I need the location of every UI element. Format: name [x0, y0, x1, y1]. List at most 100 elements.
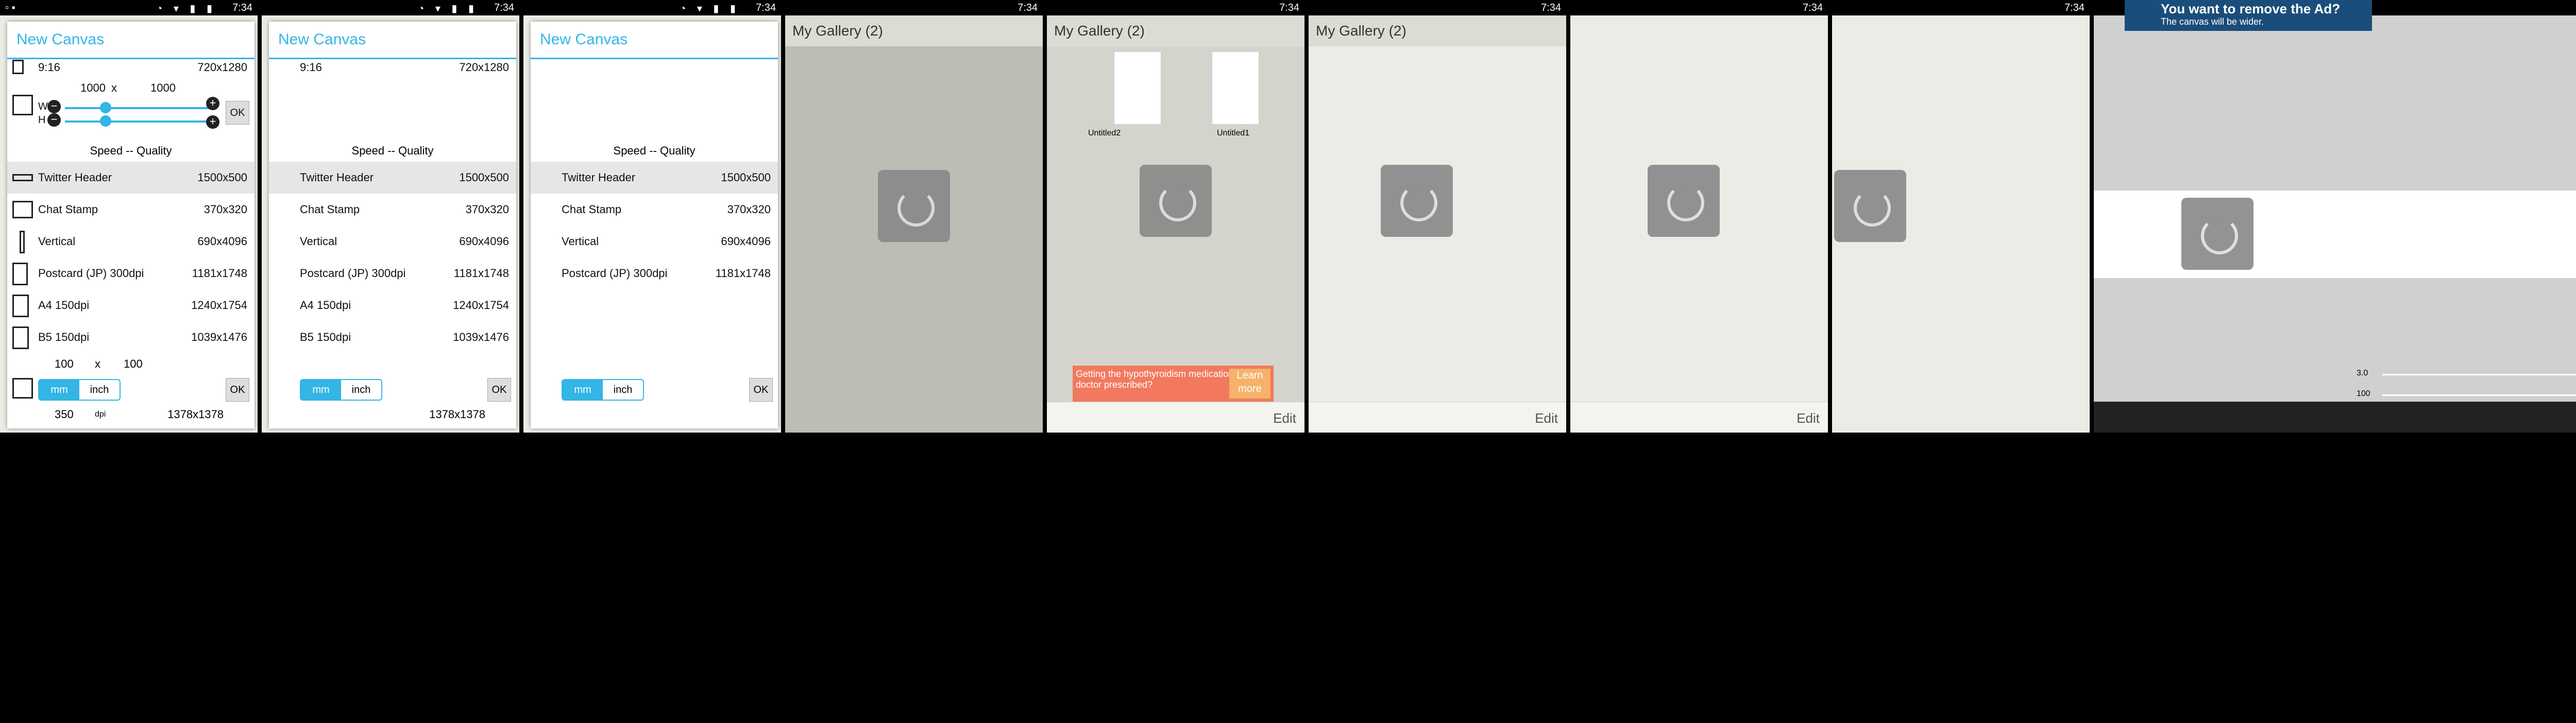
gallery-thumbnail[interactable]	[1114, 51, 1161, 125]
preset-row[interactable]: Twitter Header 1500x500	[269, 162, 516, 194]
preset-row[interactable]: A4 150dpi 1240x1754	[269, 289, 516, 321]
ok-button[interactable]: OK	[226, 101, 249, 125]
edit-button[interactable]: Edit	[1797, 410, 1820, 426]
dpi-value[interactable]: 350	[55, 408, 74, 421]
plus-icon[interactable]: +	[206, 115, 219, 129]
preset-name: Chat Stamp	[300, 203, 360, 216]
dialog-title: New Canvas	[531, 22, 778, 59]
preset-row[interactable]: 9:16 720x1280	[269, 58, 516, 76]
gallery-item-label: Untitled1	[1217, 129, 1250, 137]
unit-mm-option[interactable]: mm	[39, 380, 79, 400]
custom-icon	[12, 95, 33, 115]
preset-row[interactable]: Vertical 690x4096	[531, 226, 778, 257]
ad-text: Getting the hypothyroidism medication yo…	[1076, 369, 1255, 390]
status-time: 7:34	[494, 2, 514, 13]
remove-ad-title: You want to remove the Ad?	[2161, 1, 2341, 16]
opacity-slider[interactable]	[2382, 394, 2576, 396]
ok-button[interactable]: OK	[749, 378, 773, 402]
preset-size: 1039x1476	[191, 331, 247, 343]
preset-row[interactable]: B5 150dpi 1039x1476	[269, 321, 516, 353]
status-time: 7:34	[232, 2, 252, 13]
preset-size: 1500x500	[197, 171, 247, 184]
preset-icon	[12, 60, 24, 74]
preset-row[interactable]: A4 150dpi 1240x1754	[7, 289, 255, 321]
status-bar: ◔ ▾ ▮ ▮ 7:34	[523, 0, 781, 15]
edit-button[interactable]: Edit	[1535, 410, 1558, 426]
learn-more-button[interactable]: Learn more	[1229, 369, 1270, 399]
preset-name: Postcard (JP) 300dpi	[38, 267, 144, 280]
ok-button[interactable]: OK	[487, 378, 511, 402]
unit-selector[interactable]: mm inch	[38, 379, 121, 401]
gallery-thumbnail[interactable]	[1212, 51, 1259, 125]
preset-size: 370x320	[204, 203, 247, 216]
edit-button[interactable]: Edit	[1273, 410, 1296, 426]
unit-inch-option[interactable]: inch	[341, 380, 381, 400]
height-slider[interactable]	[65, 120, 209, 123]
unit-mm-option[interactable]: mm	[301, 380, 341, 400]
gallery-toolbar: Edit	[1047, 402, 1304, 433]
ad-banner[interactable]: Getting the hypothyroidism medication yo…	[1073, 366, 1274, 402]
unit-mm-option[interactable]: mm	[563, 380, 603, 400]
preset-name: 9:16	[38, 61, 60, 74]
remove-ad-banner[interactable]: You want to remove the Ad? The canvas wi…	[2125, 0, 2372, 31]
preset-row[interactable]: Twitter Header 1500x500	[531, 162, 778, 194]
preset-row[interactable]: Twitter Header 1500x500	[7, 162, 255, 194]
preset-icon	[12, 326, 29, 349]
screen-new-canvas-3: ◔ ▾ ▮ ▮ 7:34 New Canvas Speed -- Quality …	[523, 0, 781, 433]
preset-name: 9:16	[300, 61, 322, 74]
status-icons: ◔ ▾ ▮ ▮	[418, 3, 478, 14]
unit-inch-option[interactable]: inch	[79, 380, 120, 400]
brush-opacity-value: 100	[2357, 389, 2370, 398]
height-slider-knob[interactable]	[100, 115, 111, 127]
preset-size: 690x4096	[721, 235, 771, 248]
minus-icon[interactable]: −	[47, 100, 61, 113]
preset-row[interactable]: Vertical 690x4096	[7, 226, 255, 257]
screen-gallery-loading-1: 7:34 My Gallery (2) ◁○□	[785, 0, 1043, 433]
ok-button[interactable]: OK	[226, 378, 249, 402]
canvas-area[interactable]	[2094, 191, 2576, 278]
dialog-title: New Canvas	[269, 22, 516, 59]
unit-selector[interactable]: mm inch	[300, 379, 382, 401]
preset-row[interactable]: B5 150dpi 1039x1476	[7, 321, 255, 353]
mm-width-value[interactable]: 100	[55, 357, 74, 371]
preset-row[interactable]: Postcard (JP) 300dpi 1181x1748	[7, 257, 255, 289]
mm-height-value[interactable]: 100	[124, 357, 143, 371]
preset-row[interactable]: Postcard (JP) 300dpi 1181x1748	[269, 257, 516, 289]
new-canvas-dialog: New Canvas 9:16 720x1280 Speed -- Quality…	[269, 22, 516, 428]
speed-quality-label: Speed -- Quality	[351, 144, 434, 157]
unit-inch-option[interactable]: inch	[603, 380, 643, 400]
preset-size: 1181x1748	[453, 267, 509, 280]
preset-row[interactable]: Chat Stamp 370x320	[7, 194, 255, 226]
preset-row[interactable]: Chat Stamp 370x320	[531, 194, 778, 226]
preset-name: A4 150dpi	[300, 299, 351, 312]
custom-height-value[interactable]: 1000	[150, 81, 176, 95]
preset-size: 690x4096	[197, 235, 247, 248]
custom-width-value[interactable]: 1000	[80, 81, 106, 95]
w-label: W	[38, 101, 48, 112]
gallery-title: My Gallery (2)	[785, 15, 1043, 46]
preset-name: A4 150dpi	[38, 299, 90, 312]
preset-name: Twitter Header	[300, 171, 374, 184]
status-bar: 7:34	[1832, 0, 2090, 15]
minus-icon[interactable]: −	[47, 113, 61, 127]
preset-size: 1500x500	[721, 171, 771, 184]
preset-row[interactable]: Postcard (JP) 300dpi 1181x1748	[531, 257, 778, 289]
dpi-label: dpi	[95, 410, 106, 419]
loading-spinner-icon	[878, 170, 950, 242]
preset-row[interactable]: 9:16 720x1280	[7, 58, 255, 76]
width-slider[interactable]	[65, 107, 209, 109]
preset-row[interactable]: Chat Stamp 370x320	[269, 194, 516, 226]
preset-name: Postcard (JP) 300dpi	[300, 267, 406, 280]
preset-row[interactable]: Vertical 690x4096	[269, 226, 516, 257]
preset-icon	[12, 295, 29, 317]
preset-size: 1039x1476	[453, 331, 509, 343]
gallery-title: My Gallery (2)	[1047, 15, 1304, 46]
status-bar: ▫ ▪ ◔ ▾ ▮ ▮ 7:34	[0, 0, 258, 15]
unit-selector[interactable]: mm inch	[562, 379, 644, 401]
preset-icon	[12, 263, 28, 285]
width-slider-knob[interactable]	[100, 102, 111, 113]
dialog-title: New Canvas	[7, 22, 255, 59]
plus-icon[interactable]: +	[206, 97, 219, 110]
size-slider[interactable]	[2382, 374, 2576, 375]
loading-spinner-icon	[1381, 165, 1453, 237]
